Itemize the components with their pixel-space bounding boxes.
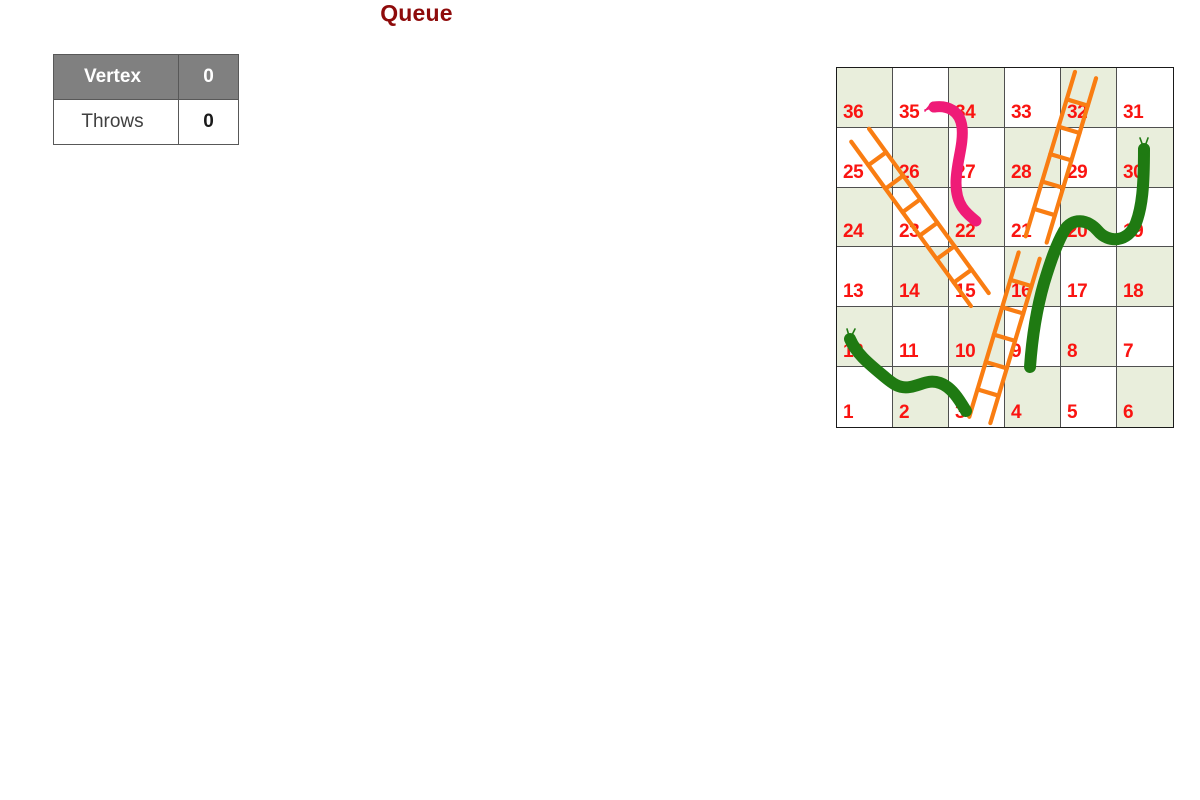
board-cell-number: 11 — [899, 341, 919, 363]
board-cell-number: 26 — [899, 161, 920, 183]
board-cell-number: 16 — [1011, 281, 1032, 303]
board-cell-5[interactable]: 5 — [1061, 367, 1117, 427]
throws-label: Throws — [53, 99, 179, 145]
board-cell-13[interactable]: 13 — [837, 247, 893, 308]
board-cell-14[interactable]: 14 — [893, 247, 949, 308]
board-cell-number: 32 — [1067, 101, 1088, 123]
board-cell-4[interactable]: 4 — [1005, 367, 1061, 427]
board-cell-number: 12 — [843, 341, 864, 363]
board-cell-number: 2 — [899, 401, 910, 423]
board-cell-35[interactable]: 35 — [893, 68, 949, 128]
throws-value: 0 — [178, 99, 239, 145]
board-cell-number: 20 — [1067, 221, 1088, 243]
board-cell-number: 22 — [955, 221, 976, 243]
board-cell-22[interactable]: 22 — [949, 187, 1005, 248]
board-cell-number: 21 — [1011, 221, 1032, 243]
board-cell-31[interactable]: 31 — [1117, 68, 1173, 128]
board-cell-number: 8 — [1067, 341, 1078, 363]
board-cell-30[interactable]: 30 — [1117, 127, 1173, 188]
board-cell-9[interactable]: 9 — [1005, 307, 1061, 368]
board-cell-23[interactable]: 23 — [893, 187, 949, 248]
board-cell-7[interactable]: 7 — [1117, 307, 1173, 368]
board-cell-number: 34 — [955, 101, 976, 123]
table-row-vertex: Vertex 0 — [53, 54, 239, 100]
board-cell-29[interactable]: 29 — [1061, 127, 1117, 188]
board-cell-number: 15 — [955, 281, 976, 303]
board-cell-21[interactable]: 21 — [1005, 187, 1061, 248]
board-cell-number: 9 — [1011, 341, 1022, 363]
board-cell-27[interactable]: 27 — [949, 127, 1005, 188]
board-cell-number: 7 — [1123, 341, 1134, 363]
board-cell-36[interactable]: 36 — [837, 68, 893, 128]
page-title: Queue — [380, 0, 453, 26]
board-cell-number: 23 — [899, 221, 920, 243]
board-cell-number: 27 — [955, 161, 976, 183]
board-cell-number: 31 — [1123, 101, 1144, 123]
board-cell-15[interactable]: 15 — [949, 247, 1005, 308]
board-cell-32[interactable]: 32 — [1061, 68, 1117, 128]
board-cell-number: 18 — [1123, 281, 1144, 303]
board-cell-18[interactable]: 18 — [1117, 247, 1173, 308]
board-cell-number: 36 — [843, 101, 864, 123]
board-cell-25[interactable]: 25 — [837, 127, 893, 188]
board-cell-2[interactable]: 2 — [893, 367, 949, 427]
board-cell-number: 1 — [843, 401, 854, 423]
table-row-throws: Throws 0 — [53, 99, 239, 145]
board-cell-34[interactable]: 34 — [949, 68, 1005, 128]
board-cell-6[interactable]: 6 — [1117, 367, 1173, 427]
status-table: Vertex 0 Throws 0 — [53, 54, 239, 145]
board-cell-19[interactable]: 19 — [1117, 187, 1173, 248]
board-cell-number: 30 — [1123, 161, 1144, 183]
board-cell-number: 24 — [843, 221, 864, 243]
board-cell-number: 10 — [955, 341, 976, 363]
board-cell-8[interactable]: 8 — [1061, 307, 1117, 368]
status-table-body: Vertex 0 Throws 0 — [53, 54, 239, 145]
board-cell-number: 29 — [1067, 161, 1088, 183]
board-cell-20[interactable]: 20 — [1061, 187, 1117, 248]
board-cell-number: 14 — [899, 281, 920, 303]
board-cell-number: 6 — [1123, 401, 1134, 423]
board-cell-number: 13 — [843, 281, 864, 303]
board-cell-number: 17 — [1067, 281, 1088, 303]
vertex-value: 0 — [178, 54, 239, 100]
board-cell-33[interactable]: 33 — [1005, 68, 1061, 128]
board-cell-number: 5 — [1067, 401, 1078, 423]
board-cell-number: 19 — [1123, 221, 1144, 243]
board-cell-11[interactable]: 11 — [893, 307, 949, 368]
board-cell-17[interactable]: 17 — [1061, 247, 1117, 308]
board-cell-number: 33 — [1011, 101, 1032, 123]
board-cell-16[interactable]: 16 — [1005, 247, 1061, 308]
board-cell-number: 28 — [1011, 161, 1032, 183]
board-cell-number: 35 — [899, 101, 920, 123]
board-cell-number: 3 — [955, 401, 966, 423]
board-grid: 36 35 34 33 32 31 25 26 27 28 29 30 24 23 22 21 20 19 13 14… — [836, 67, 1174, 428]
board-cell-26[interactable]: 26 — [893, 127, 949, 188]
snakes-and-ladders-board[interactable]: 36 35 34 33 32 31 25 26 27 28 29 30 24 23 22 21 20 19 13 14… — [836, 67, 1174, 428]
board-cell-3[interactable]: 3 — [949, 367, 1005, 427]
board-cell-1[interactable]: 1 — [837, 367, 893, 427]
board-cell-28[interactable]: 28 — [1005, 127, 1061, 188]
board-cell-12[interactable]: 12 — [837, 307, 893, 368]
board-cell-number: 25 — [843, 161, 864, 183]
vertex-label: Vertex — [53, 54, 179, 100]
board-cell-number: 4 — [1011, 401, 1022, 423]
board-cell-24[interactable]: 24 — [837, 187, 893, 248]
board-cell-10[interactable]: 10 — [949, 307, 1005, 368]
